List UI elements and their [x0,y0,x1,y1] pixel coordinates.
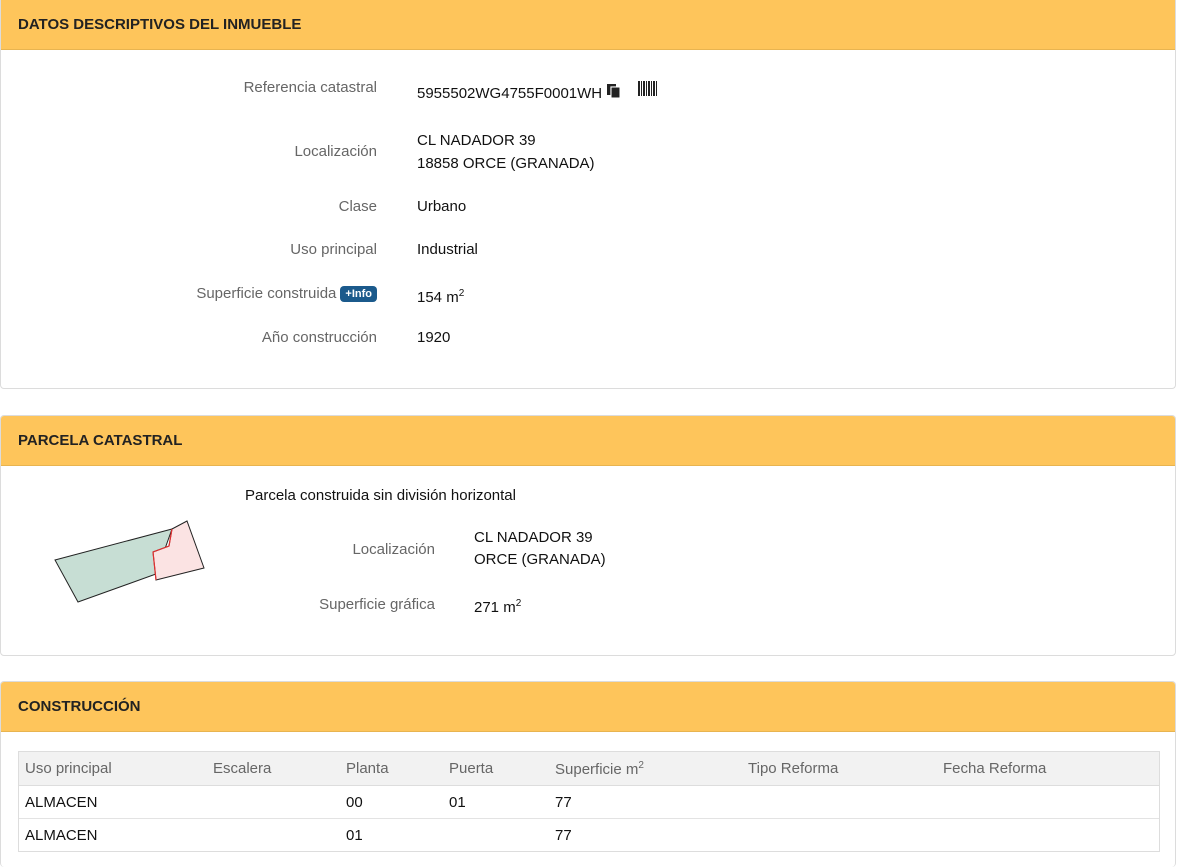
uso-value: Industrial [417,241,478,258]
cell-fecha [937,785,1159,819]
localizacion-line2: 18858 ORCE (GRANADA) [417,155,595,172]
clase-label: Clase [338,198,377,215]
construccion-table: Uso principal Escalera Planta Puerta Sup… [19,752,1159,851]
header-superficie-sup: 2 [638,759,644,771]
table-row: ALMACEN 00 01 77 [19,785,1159,819]
header-puerta: Puerta [443,752,549,786]
construccion-table-wrap: Uso principal Escalera Planta Puerta Sup… [18,751,1160,852]
cell-puerta [443,819,549,852]
parcela-header: PARCELA CATASTRAL [1,416,1175,466]
cell-uso: ALMACEN [25,826,98,844]
referencia-label: Referencia catastral [243,79,377,96]
anio-value: 1920 [417,329,451,346]
referencia-value-wrap: 5955502WG4755F0001WH [417,82,622,106]
superficie-value: 154 m2 [417,282,464,309]
localizacion-line1: CL NADADOR 39 [417,132,536,149]
table-header-row: Uso principal Escalera Planta Puerta Sup… [19,752,1159,786]
table-row: ALMACEN 01 77 [19,819,1159,852]
cell-uso: ALMACEN [19,785,207,819]
parcela-superficie-unit-sup: 2 [515,598,522,609]
parcela-sub-shape [152,520,205,581]
superficie-unit-sup: 2 [458,288,465,299]
construccion-panel: CONSTRUCCIÓN Uso principal Escalera Plan… [0,681,1176,867]
cell-fecha [937,819,1159,852]
parcela-superficie-value: 271 m2 [474,593,521,619]
parcela-title: PARCELA CATASTRAL [18,432,183,449]
localizacion-value: CL NADADOR 39 18858 ORCE (GRANADA) [417,129,595,175]
header-superficie: Superficie m2 [549,752,742,786]
barcode-icon[interactable] [638,81,657,101]
header-fecha: Fecha Reforma [937,752,1159,786]
construccion-header: CONSTRUCCIÓN [1,682,1175,732]
cell-superficie: 77 [549,785,742,819]
parcela-localizacion-line2: ORCE (GRANADA) [474,551,606,568]
cell-tipo [742,785,937,819]
cell-puerta: 01 [443,785,549,819]
datos-descriptivos-panel: DATOS DESCRIPTIVOS DEL INMUEBLE Referenc… [0,0,1176,389]
datos-descriptivos-header: DATOS DESCRIPTIVOS DEL INMUEBLE [1,0,1175,50]
header-uso: Uso principal [19,752,207,786]
clase-value: Urbano [417,198,467,215]
cell-planta: 01 [346,826,363,844]
header-planta: Planta [340,752,443,786]
referencia-value[interactable]: 5955502WG4755F0001WH [417,85,602,102]
parcela-superficie-label: Superficie gráfica [319,596,435,613]
cell-escalera [207,785,340,819]
superficie-label-wrap: Superficie construida +Info [196,285,377,302]
cell-escalera [207,819,340,852]
cell-superficie: 77 [555,826,572,844]
datos-descriptivos-title: DATOS DESCRIPTIVOS DEL INMUEBLE [18,16,302,33]
parcela-map[interactable] [51,516,211,608]
parcela-subtitle: Parcela construida sin división horizont… [245,487,516,504]
anio-label: Año construcción [261,329,377,346]
parcela-localizacion-line1: CL NADADOR 39 [474,529,593,546]
parcela-panel: PARCELA CATASTRAL Parcela construida sin… [0,415,1176,656]
header-superficie-text: Superficie m [555,760,639,778]
copy-icon[interactable] [606,83,622,106]
cell-tipo [742,819,937,852]
parcela-localizacion-label: Localización [352,541,435,558]
header-escalera: Escalera [207,752,340,786]
cell-planta: 00 [340,785,443,819]
construccion-title: CONSTRUCCIÓN [18,698,141,715]
info-badge-button[interactable]: +Info [340,286,377,302]
header-tipo: Tipo Reforma [742,752,937,786]
superficie-label: Superficie construida [196,285,337,302]
parcela-localizacion-value: CL NADADOR 39 ORCE (GRANADA) [474,527,606,571]
superficie-number: 154 m [417,289,459,306]
uso-label: Uso principal [290,241,377,258]
localizacion-label: Localización [294,143,377,160]
parcela-superficie-number: 271 m [474,599,516,616]
